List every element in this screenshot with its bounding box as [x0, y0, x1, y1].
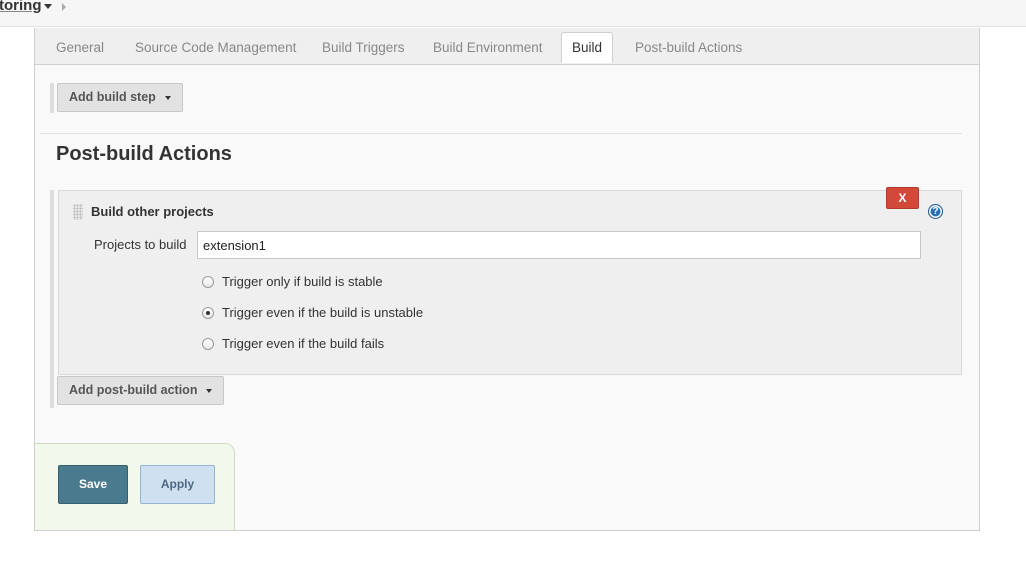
- tab-bar: General Source Code Management Build Tri…: [35, 28, 979, 65]
- radio-label: Trigger even if the build is unstable: [222, 305, 424, 320]
- breadcrumb: toring: [0, 0, 1026, 27]
- tab-build-triggers[interactable]: Build Triggers: [322, 40, 405, 55]
- add-build-step-button[interactable]: Add build step: [57, 83, 183, 112]
- tab-build[interactable]: Build: [561, 32, 614, 63]
- add-build-step-label: Add build step: [69, 90, 156, 104]
- divider: [40, 133, 962, 134]
- help-icon[interactable]: ?: [928, 204, 943, 219]
- radio-button[interactable]: [202, 276, 214, 288]
- caret-down-icon: [206, 388, 213, 393]
- step-title: Build other projects: [91, 204, 214, 219]
- post-build-actions-heading: Post-build Actions: [56, 143, 232, 165]
- config-panel: General Source Code Management Build Tri…: [34, 28, 980, 531]
- chevron-down-icon[interactable]: [44, 4, 52, 9]
- build-other-projects-panel: Build other projects Projects to build T…: [58, 190, 962, 375]
- add-post-build-action-button[interactable]: Add post-build action: [57, 376, 225, 405]
- tab-post-build-actions[interactable]: Post-build Actions: [635, 40, 742, 55]
- caret-down-icon: [164, 95, 171, 100]
- radio-label: Trigger even if the build fails: [222, 336, 385, 351]
- add-post-build-action-label: Add post-build action: [69, 383, 198, 397]
- apply-button[interactable]: Apply: [140, 465, 215, 504]
- section-indicator: [50, 190, 54, 408]
- projects-to-build-input[interactable]: [197, 231, 921, 259]
- section-indicator: [50, 83, 54, 113]
- projects-to-build-label: Projects to build: [94, 237, 187, 252]
- radio-label: Trigger only if build is stable: [222, 274, 383, 289]
- breadcrumb-item-current[interactable]: toring: [0, 0, 42, 14]
- bottom-button-bar: Save Apply: [35, 443, 235, 530]
- tab-build-environment[interactable]: Build Environment: [433, 40, 543, 55]
- save-button[interactable]: Save: [58, 465, 128, 504]
- drag-handle-icon[interactable]: [73, 204, 83, 220]
- delete-step-button[interactable]: X: [886, 187, 919, 209]
- tab-source-code-management[interactable]: Source Code Management: [135, 40, 296, 55]
- radio-button[interactable]: [202, 338, 214, 350]
- radio-button-selected[interactable]: [202, 307, 214, 319]
- tab-general[interactable]: General: [56, 40, 104, 55]
- chevron-right-icon[interactable]: [62, 3, 66, 11]
